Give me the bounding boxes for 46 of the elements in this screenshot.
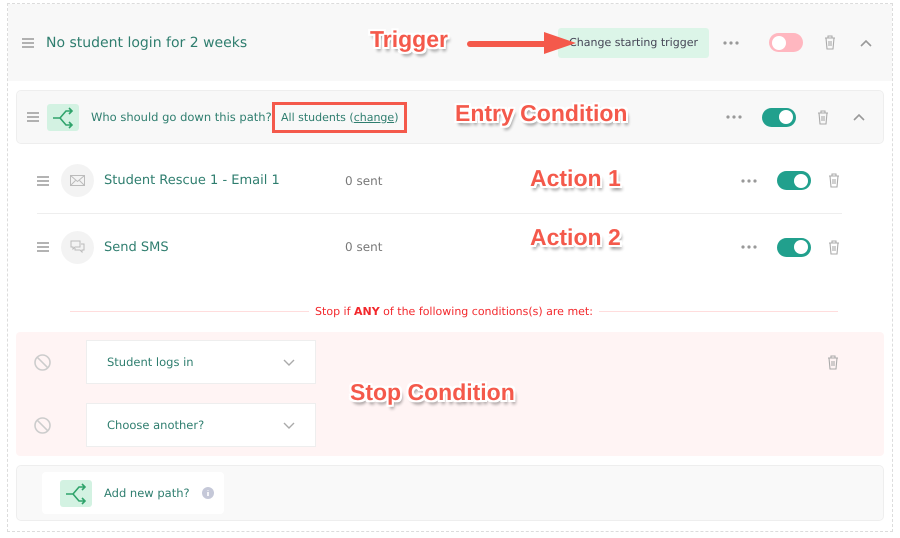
annotation-label: Action 1 xyxy=(530,165,621,192)
sent-count: 0 sent xyxy=(345,174,382,188)
drag-handle-icon[interactable] xyxy=(27,112,39,122)
trigger-title: No student login for 2 weeks xyxy=(46,34,248,50)
stop-condition-heading: Stop if ANY of the following conditions(s) are met: xyxy=(315,305,593,318)
toggle-switch[interactable] xyxy=(777,171,811,190)
trash-icon[interactable] xyxy=(817,110,829,124)
branch-icon xyxy=(47,104,79,130)
annotation-label: Trigger xyxy=(370,26,448,53)
annotation-label: Stop Condition xyxy=(350,379,515,406)
condition-dropdown[interactable]: Choose another? xyxy=(86,403,316,447)
annotation-label: Action 2 xyxy=(530,224,621,251)
annotation-label: Entry Condition xyxy=(455,100,628,127)
change-trigger-button[interactable]: Change starting trigger xyxy=(558,28,709,58)
drag-handle-icon[interactable] xyxy=(22,38,34,48)
change-link[interactable]: change xyxy=(354,110,394,124)
entry-condition-text: All students (change) xyxy=(272,102,408,132)
toggle-switch[interactable] xyxy=(777,238,811,256)
more-options-icon[interactable] xyxy=(741,245,757,249)
path-question: Who should go down this path? xyxy=(91,110,272,124)
toggle-switch[interactable] xyxy=(762,108,796,126)
action-name[interactable]: Student Rescue 1 - Email 1 xyxy=(104,173,345,188)
envelope-icon xyxy=(70,175,85,186)
condition-dropdown[interactable]: Student logs in xyxy=(86,340,316,384)
more-options-icon[interactable] xyxy=(723,40,739,44)
add-path-button[interactable]: Add new path? xyxy=(42,472,224,514)
drag-handle-icon[interactable] xyxy=(37,242,49,252)
trash-icon[interactable] xyxy=(824,35,836,50)
more-options-icon[interactable] xyxy=(741,178,757,182)
ban-icon xyxy=(34,416,51,434)
chevron-down-icon xyxy=(283,422,295,428)
toggle-switch[interactable] xyxy=(769,33,803,52)
chevron-down-icon xyxy=(283,358,295,366)
chat-bubbles-icon xyxy=(70,240,85,254)
action-name[interactable]: Send SMS xyxy=(104,240,345,254)
trash-icon[interactable] xyxy=(827,354,839,370)
collapse-chevron-icon[interactable] xyxy=(853,113,865,121)
sent-count: 0 sent xyxy=(345,240,382,254)
more-options-icon[interactable] xyxy=(726,115,742,119)
ban-icon xyxy=(34,354,51,370)
branch-icon xyxy=(60,480,92,506)
trash-icon[interactable] xyxy=(828,173,840,188)
drag-handle-icon[interactable] xyxy=(37,176,49,186)
collapse-chevron-icon[interactable] xyxy=(860,38,872,46)
trash-icon[interactable] xyxy=(828,240,840,254)
info-icon xyxy=(202,487,214,499)
